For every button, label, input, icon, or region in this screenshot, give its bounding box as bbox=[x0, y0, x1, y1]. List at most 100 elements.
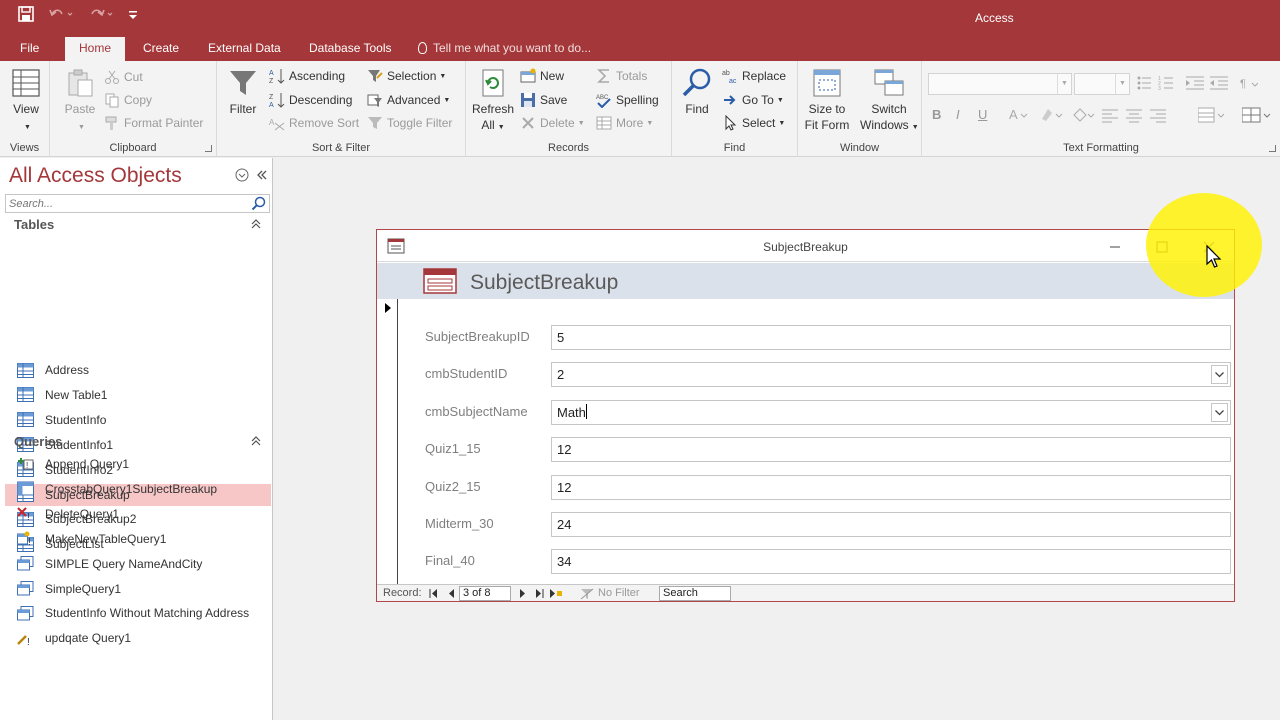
paragraph-direction-icon[interactable]: ¶ bbox=[1240, 75, 1258, 91]
font-size-combo[interactable]: ▼ bbox=[1074, 73, 1130, 95]
nav-pane-title[interactable]: All Access Objects bbox=[9, 164, 182, 188]
highlight-color-icon[interactable] bbox=[1040, 107, 1064, 123]
font-color-icon[interactable]: A bbox=[1008, 107, 1028, 123]
nav-table-address[interactable]: Address bbox=[5, 359, 271, 381]
tab-external-data[interactable]: External Data bbox=[196, 40, 293, 61]
undo-icon[interactable] bbox=[48, 6, 74, 22]
search-icon[interactable] bbox=[251, 196, 266, 211]
current-record-box[interactable]: 3 of 8 bbox=[459, 586, 511, 601]
bold-button[interactable]: B bbox=[932, 107, 941, 122]
fill-color-icon[interactable] bbox=[1072, 107, 1096, 123]
customize-toolbar-icon[interactable] bbox=[128, 6, 138, 22]
cut-button[interactable]: Cut bbox=[104, 67, 143, 87]
alternate-row-color-icon[interactable] bbox=[1198, 107, 1226, 123]
numbering-icon[interactable]: 123 bbox=[1158, 75, 1174, 91]
switch-windows-button[interactable]: Switch Windows ▼ bbox=[860, 67, 919, 136]
queries-section-header[interactable]: Queries bbox=[14, 434, 261, 449]
delete-record-button[interactable]: Delete ▼ bbox=[520, 113, 585, 133]
svg-text:¶: ¶ bbox=[1240, 78, 1246, 90]
nav-search-input[interactable] bbox=[6, 195, 246, 212]
find-button[interactable]: Find bbox=[678, 67, 716, 117]
redo-icon[interactable] bbox=[88, 6, 114, 22]
tell-me-box[interactable]: Tell me what you want to do... bbox=[418, 41, 591, 55]
remove-sort-button[interactable]: A Remove Sort bbox=[269, 113, 359, 133]
clipboard-dialog-launcher[interactable] bbox=[205, 145, 212, 152]
last-record-icon[interactable] bbox=[535, 589, 545, 598]
remove-sort-icon: A bbox=[269, 118, 285, 131]
underline-button[interactable]: U bbox=[978, 107, 987, 122]
nav-query-makenewtablequery1[interactable]: ! MakeNewTableQuery1 bbox=[5, 528, 271, 550]
filter-button[interactable]: Filter bbox=[225, 67, 261, 117]
record-selector[interactable] bbox=[377, 299, 398, 584]
save-icon[interactable] bbox=[18, 6, 34, 22]
format-painter-button[interactable]: Format Painter bbox=[104, 113, 203, 133]
toggle-filter-button[interactable]: Toggle Filter bbox=[367, 113, 452, 133]
nav-query-append-query1[interactable]: ! Append Query1 bbox=[5, 453, 271, 475]
align-left-icon[interactable] bbox=[1102, 107, 1118, 123]
italic-button[interactable]: I bbox=[956, 107, 960, 122]
nav-query-deletequery1[interactable]: ! DeleteQuery1 bbox=[5, 503, 271, 525]
size-to-fit-form-button[interactable]: Size to Fit Form bbox=[800, 67, 854, 133]
tab-file[interactable]: File bbox=[8, 40, 51, 61]
record-search-box[interactable]: Search bbox=[659, 586, 731, 601]
tab-home[interactable]: Home bbox=[65, 37, 126, 61]
bullets-icon[interactable] bbox=[1136, 75, 1152, 91]
refresh-all-button[interactable]: Refresh All ▼ bbox=[470, 67, 516, 136]
goto-button[interactable]: Go To ▼ bbox=[722, 90, 784, 110]
new-blank-record-icon[interactable] bbox=[549, 588, 563, 599]
collapse-chevron-icon[interactable] bbox=[251, 219, 261, 229]
form-window-titlebar[interactable]: SubjectBreakup bbox=[377, 230, 1234, 262]
new-record-button[interactable]: New bbox=[520, 66, 564, 86]
advanced-button[interactable]: Advanced ▼ bbox=[367, 90, 450, 110]
shutter-bar-close-icon[interactable] bbox=[255, 168, 269, 182]
ascending-button[interactable]: AZ Ascending bbox=[269, 66, 345, 86]
first-record-icon[interactable] bbox=[429, 589, 439, 598]
tab-create[interactable]: Create bbox=[131, 40, 191, 61]
paste-button[interactable]: Paste ▼ bbox=[60, 67, 100, 136]
totals-button[interactable]: Totals bbox=[596, 66, 647, 86]
previous-record-icon[interactable] bbox=[447, 589, 455, 598]
tables-section-header[interactable]: Tables bbox=[14, 217, 261, 232]
text-formatting-dialog-launcher[interactable] bbox=[1269, 145, 1276, 152]
textbox-subjectbreakupid[interactable]: 5 bbox=[551, 325, 1231, 350]
nav-table-new-table1[interactable]: New Table1 bbox=[5, 384, 271, 406]
textbox-midterm-30[interactable]: 24 bbox=[551, 512, 1231, 537]
nav-query-crosstabquery1subjectbreakup[interactable]: CrosstabQuery1SubjectBreakup bbox=[5, 478, 271, 500]
nav-query-studentinfo-without-matching-address[interactable]: StudentInfo Without Matching Address bbox=[5, 602, 271, 624]
replace-button[interactable]: ab ac Replace bbox=[722, 66, 786, 86]
collapse-chevron-icon[interactable] bbox=[251, 436, 261, 446]
nav-item-label: StudentInfo bbox=[45, 412, 107, 427]
decrease-indent-icon[interactable] bbox=[1210, 75, 1228, 91]
nav-query-simple-query-nameandcity[interactable]: SIMPLE Query NameAndCity bbox=[5, 553, 271, 575]
nav-query-simplequery1[interactable]: SimpleQuery1 bbox=[5, 578, 271, 600]
combo-cmbstudentid[interactable]: 2 bbox=[551, 362, 1231, 388]
textbox-quiz1-15[interactable]: 12 bbox=[551, 437, 1231, 463]
textbox-final-40[interactable]: 34 bbox=[551, 549, 1231, 575]
tab-database-tools[interactable]: Database Tools bbox=[297, 40, 404, 61]
combo-cmbsubjectname[interactable]: Math bbox=[551, 399, 1231, 425]
svg-text:3: 3 bbox=[1158, 86, 1161, 91]
increase-indent-icon[interactable] bbox=[1186, 75, 1204, 91]
nav-menu-dropdown-icon[interactable] bbox=[235, 168, 249, 182]
textbox-quiz2-15[interactable]: 12 bbox=[551, 474, 1231, 500]
nav-table-studentinfo[interactable]: StudentInfo bbox=[5, 409, 271, 431]
view-button[interactable]: View ▼ bbox=[8, 67, 44, 136]
font-name-combo[interactable]: ▼ bbox=[928, 73, 1072, 95]
dropdown-button[interactable] bbox=[1211, 402, 1228, 422]
dropdown-button[interactable] bbox=[1211, 365, 1228, 385]
next-record-icon[interactable] bbox=[519, 589, 527, 598]
gridlines-icon[interactable] bbox=[1242, 107, 1274, 123]
spelling-button[interactable]: ABC Spelling bbox=[596, 90, 659, 110]
filter-status[interactable]: No Filter bbox=[598, 587, 640, 599]
selection-button[interactable]: Selection ▼ bbox=[367, 66, 446, 86]
descending-button[interactable]: ZA Descending bbox=[269, 90, 352, 110]
field-value: 12 bbox=[557, 479, 572, 495]
align-center-icon[interactable] bbox=[1126, 107, 1142, 123]
minimize-button[interactable] bbox=[1092, 234, 1138, 260]
align-right-icon[interactable] bbox=[1150, 107, 1166, 123]
nav-query-updqate-query1[interactable]: ! updqate Query1 bbox=[5, 627, 271, 649]
more-button[interactable]: More ▼ bbox=[596, 113, 653, 133]
select-button[interactable]: Select ▼ bbox=[722, 113, 785, 133]
save-record-button[interactable]: Save bbox=[520, 90, 567, 110]
copy-button[interactable]: Copy bbox=[104, 90, 152, 110]
